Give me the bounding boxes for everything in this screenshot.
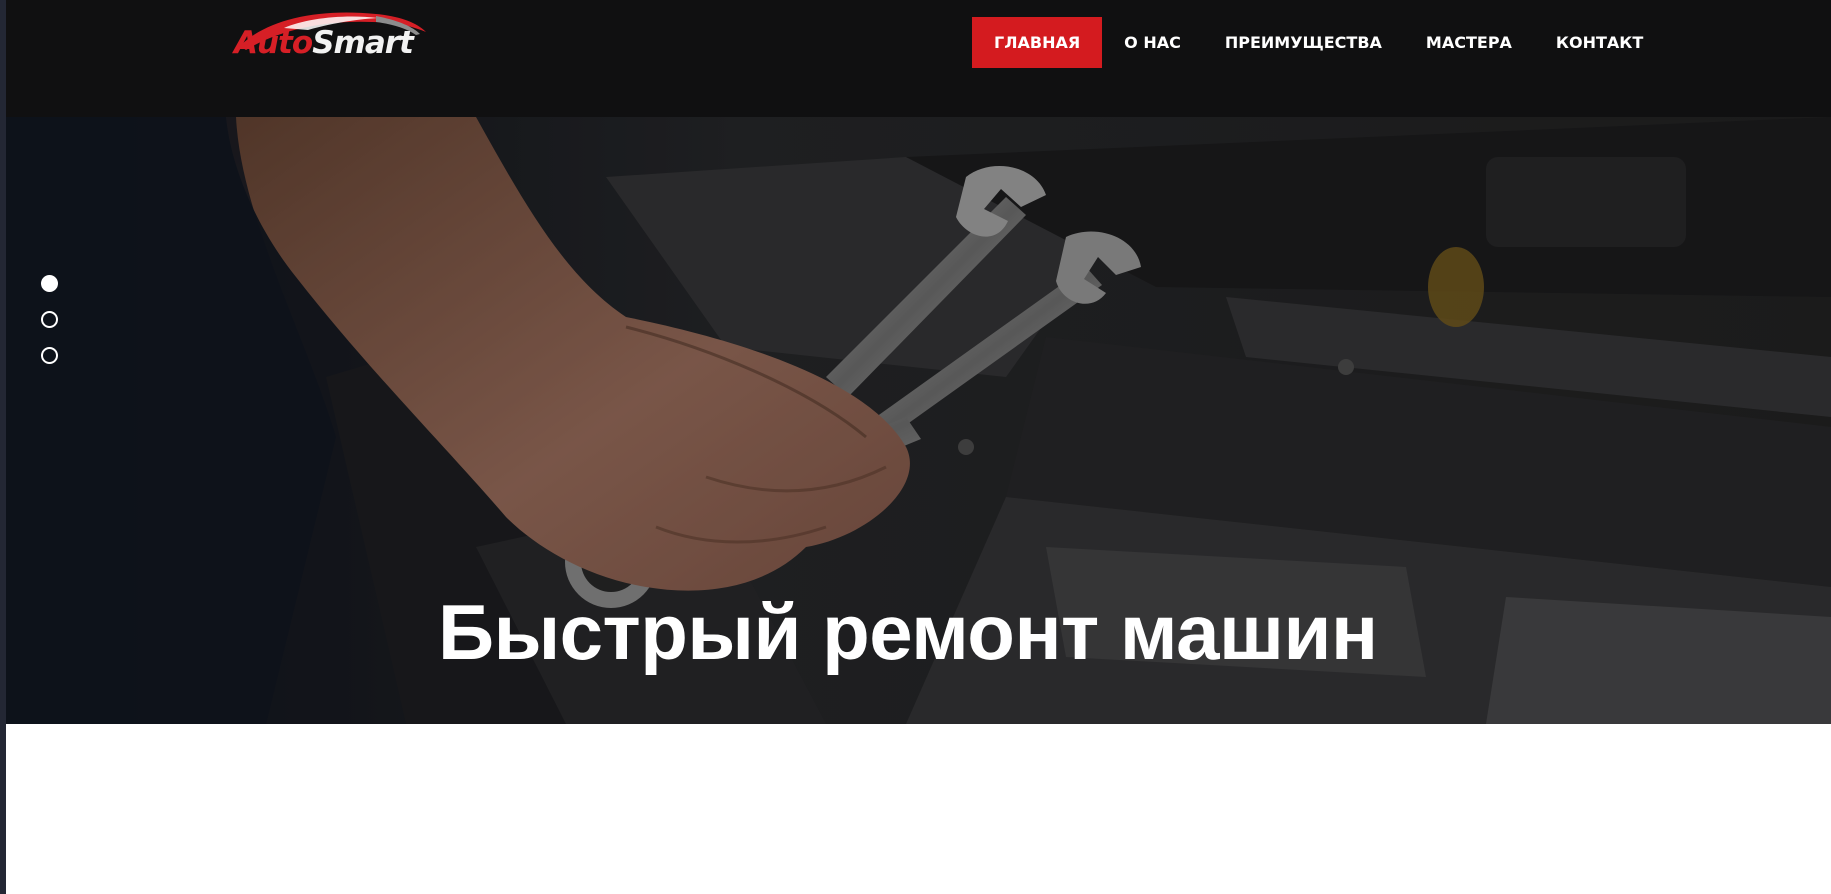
hero-title: Быстрый ремонт машин xyxy=(438,588,1378,676)
left-edge-strip xyxy=(0,0,6,894)
site-header: AutoSmart ГЛАВНАЯ О НАС ПРЕИМУЩЕСТВА МАС… xyxy=(0,0,1831,117)
slider-dot-2[interactable] xyxy=(41,311,58,328)
slider-pagination xyxy=(41,275,58,364)
slider-dot-3[interactable] xyxy=(41,347,58,364)
main-nav: ГЛАВНАЯ О НАС ПРЕИМУЩЕСТВА МАСТЕРА КОНТА… xyxy=(972,17,1665,68)
site-logo[interactable]: AutoSmart xyxy=(226,6,432,68)
nav-item-advantages[interactable]: ПРЕИМУЩЕСТВА xyxy=(1203,17,1404,68)
nav-item-contact[interactable]: КОНТАКТ xyxy=(1534,17,1665,68)
nav-item-home[interactable]: ГЛАВНАЯ xyxy=(972,17,1103,68)
slider-dot-1[interactable] xyxy=(41,275,58,292)
logo-text-auto: Auto xyxy=(234,25,313,61)
page: AutoSmart ГЛАВНАЯ О НАС ПРЕИМУЩЕСТВА МАС… xyxy=(0,0,1831,894)
nav-item-masters[interactable]: МАСТЕРА xyxy=(1404,17,1534,68)
hero-slider: Быстрый ремонт машин xyxy=(6,117,1831,724)
logo-wordmark: AutoSmart xyxy=(234,25,414,61)
logo-text-smart: Smart xyxy=(312,25,414,61)
nav-item-about[interactable]: О НАС xyxy=(1102,17,1203,68)
